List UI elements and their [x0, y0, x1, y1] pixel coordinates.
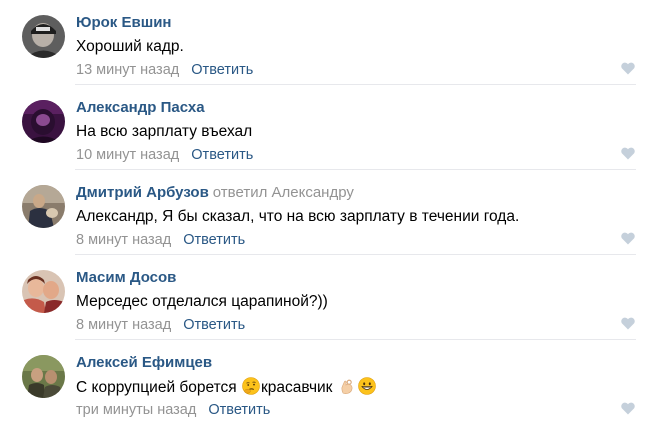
- comment-text: Хороший кадр.: [76, 38, 184, 55]
- comment-item: Александр Пасха На всю зарплату въехал 1…: [0, 85, 658, 170]
- reply-button[interactable]: Ответить: [191, 147, 253, 163]
- comment-header: Алексей Ефимцев: [76, 354, 212, 372]
- reply-button[interactable]: Ответить: [208, 402, 270, 418]
- like-heart-icon[interactable]: [621, 232, 635, 245]
- comment-header: Александр Пасха: [76, 99, 205, 117]
- comment-text: С коррупцией борется красавчик: [76, 377, 377, 398]
- grinning-face-emoji: [357, 377, 376, 395]
- comment-text-part: красавчик: [261, 379, 337, 396]
- ok-hand-emoji: [341, 379, 353, 394]
- avatar[interactable]: [22, 100, 65, 143]
- comment-time[interactable]: 8 минут назад: [76, 317, 171, 333]
- avatar[interactable]: [22, 355, 65, 398]
- comment-author[interactable]: Юрок Евшин: [76, 14, 171, 31]
- comment-meta: 13 минут назад Ответить: [76, 61, 253, 79]
- comment-author[interactable]: Алексей Ефимцев: [76, 354, 212, 371]
- comment-time[interactable]: 13 минут назад: [76, 62, 179, 78]
- like-heart-icon[interactable]: [621, 62, 635, 75]
- comment-item: Алексей Ефимцев С коррупцией борется кра…: [0, 340, 658, 430]
- like-heart-icon[interactable]: [621, 147, 635, 160]
- comment-header: Дмитрий Арбузов ответил Александру: [76, 184, 354, 202]
- avatar[interactable]: [22, 185, 65, 228]
- comment-meta: 10 минут назад Ответить: [76, 146, 253, 164]
- comment-text: Александр, Я бы сказал, что на всю зарпл…: [76, 208, 520, 225]
- comments-list: Юрок Евшин Хороший кадр. 13 минут назад …: [0, 0, 658, 430]
- comment-time[interactable]: три минуты назад: [76, 402, 196, 418]
- comment-time[interactable]: 10 минут назад: [76, 147, 179, 163]
- reply-button[interactable]: Ответить: [183, 317, 245, 333]
- comment-author[interactable]: Дмитрий Арбузов: [76, 184, 209, 201]
- comment-text: На всю зарплату въехал: [76, 123, 253, 140]
- comment-author[interactable]: Масим Досов: [76, 269, 176, 286]
- reply-to-label[interactable]: ответил Александру: [213, 184, 354, 201]
- comment-header: Масим Досов: [76, 269, 176, 287]
- comment-meta: три минуты назад Ответить: [76, 401, 270, 419]
- comment-meta: 8 минут назад Ответить: [76, 316, 245, 334]
- comment-author[interactable]: Александр Пасха: [76, 99, 205, 116]
- avatar[interactable]: [22, 270, 65, 313]
- comment-header: Юрок Евшин: [76, 14, 171, 32]
- thinking-face-emoji: [242, 377, 260, 395]
- comment-item: Юрок Евшин Хороший кадр. 13 минут назад …: [0, 0, 658, 85]
- comment-text: Мерседес отделался царапиной?)): [76, 293, 328, 310]
- like-heart-icon[interactable]: [621, 402, 635, 415]
- comment-meta: 8 минут назад Ответить: [76, 231, 245, 249]
- comment-item: Дмитрий Арбузов ответил Александру Алекса…: [0, 170, 658, 255]
- reply-button[interactable]: Ответить: [183, 232, 245, 248]
- avatar[interactable]: [22, 15, 65, 58]
- comment-time[interactable]: 8 минут назад: [76, 232, 171, 248]
- like-heart-icon[interactable]: [621, 317, 635, 330]
- reply-button[interactable]: Ответить: [191, 62, 253, 78]
- comment-text-part: С коррупцией борется: [76, 379, 242, 396]
- comment-item: Масим Досов Мерседес отделался царапиной…: [0, 255, 658, 340]
